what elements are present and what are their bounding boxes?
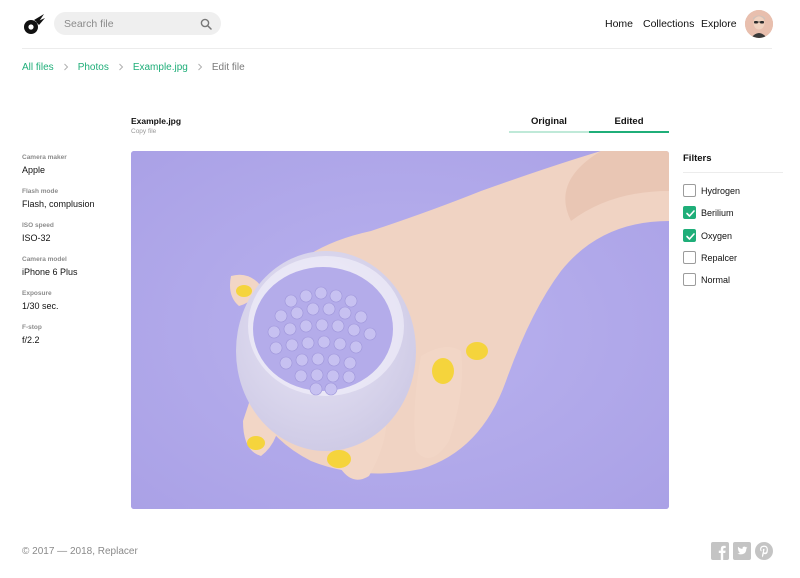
meta-label: F-stop [22, 324, 42, 331]
meta-f-stop: F-stop f/2.2 [22, 324, 122, 345]
header-divider [22, 48, 772, 49]
search-box [54, 12, 221, 35]
checkbox-berilium[interactable] [683, 206, 696, 219]
meta-exposure: Exposure 1/30 sec. [22, 290, 122, 311]
chevron-right-icon [118, 63, 124, 71]
filters-divider [683, 172, 783, 173]
edited-photo [131, 151, 669, 509]
copy-file-link[interactable]: Copy file [131, 128, 156, 135]
checkbox-normal[interactable] [683, 273, 696, 286]
meta-value: Flash, complusion [22, 199, 95, 209]
filter-repalcer[interactable]: Repalcer [683, 251, 737, 264]
filter-berilium[interactable]: Berilium [683, 206, 734, 219]
nav-collections[interactable]: Collections [643, 18, 694, 30]
tab-edited[interactable]: Edited [589, 116, 669, 127]
checkbox-repalcer[interactable] [683, 251, 696, 264]
chevron-right-icon [197, 63, 203, 71]
nav-home[interactable]: Home [605, 18, 633, 30]
nav-explore[interactable]: Explore [701, 18, 737, 30]
meta-iso-speed: ISO speed ISO-32 [22, 222, 122, 243]
meta-label: Camera maker [22, 154, 67, 161]
breadcrumb-example-jpg[interactable]: Example.jpg [133, 62, 188, 73]
meta-value: ISO-32 [22, 233, 51, 243]
filter-normal[interactable]: Normal [683, 273, 730, 286]
meta-label: Exposure [22, 290, 52, 297]
pinterest-icon[interactable] [755, 542, 773, 560]
comet-logo-icon[interactable] [22, 12, 46, 36]
filter-oxygen[interactable]: Oxygen [683, 229, 732, 242]
meta-value: Apple [22, 165, 46, 175]
breadcrumb-all-files[interactable]: All files [22, 62, 54, 73]
tab-original[interactable]: Original [509, 116, 589, 127]
file-name: Example.jpg [131, 116, 182, 126]
filter-hydrogen[interactable]: Hydrogen [683, 184, 740, 197]
header: Home Collections Explore [0, 0, 800, 48]
breadcrumb-photos[interactable]: Photos [78, 62, 109, 73]
filter-label: Oxygen [701, 230, 733, 241]
copyright: © 2017 — 2018, Replacer [22, 546, 138, 557]
meta-camera-model: Camera model iPhone 6 Plus [22, 256, 122, 277]
meta-value: 1/30 sec. [22, 301, 59, 311]
filter-label: Repalcer [701, 252, 738, 263]
facebook-icon[interactable] [711, 542, 729, 560]
search-icon[interactable] [200, 17, 212, 30]
user-avatar[interactable] [745, 10, 773, 38]
breadcrumb: All files Photos Example.jpg Edit file [22, 60, 245, 74]
checkbox-hydrogen[interactable] [683, 184, 696, 197]
meta-value: f/2.2 [22, 335, 40, 345]
checkbox-oxygen[interactable] [683, 229, 696, 242]
twitter-icon[interactable] [733, 542, 751, 560]
tab-original-underline [509, 131, 589, 133]
breadcrumb-current: Edit file [211, 61, 245, 73]
tab-edited-underline [589, 131, 669, 133]
checkmark-icon [686, 233, 695, 240]
search-input[interactable] [64, 12, 194, 35]
meta-flash-mode: Flash mode Flash, complusion [22, 188, 122, 209]
meta-label: ISO speed [22, 222, 54, 229]
filters-title: Filters [683, 153, 712, 164]
meta-label: Camera model [22, 256, 67, 263]
filter-label: Normal [701, 274, 731, 285]
chevron-right-icon [63, 63, 69, 71]
filter-label: Berilium [701, 207, 734, 218]
meta-camera-maker: Camera maker Apple [22, 154, 122, 175]
meta-label: Flash mode [22, 188, 59, 195]
meta-value: iPhone 6 Plus [22, 267, 78, 277]
filter-label: Hydrogen [701, 185, 741, 196]
checkmark-icon [686, 210, 695, 217]
